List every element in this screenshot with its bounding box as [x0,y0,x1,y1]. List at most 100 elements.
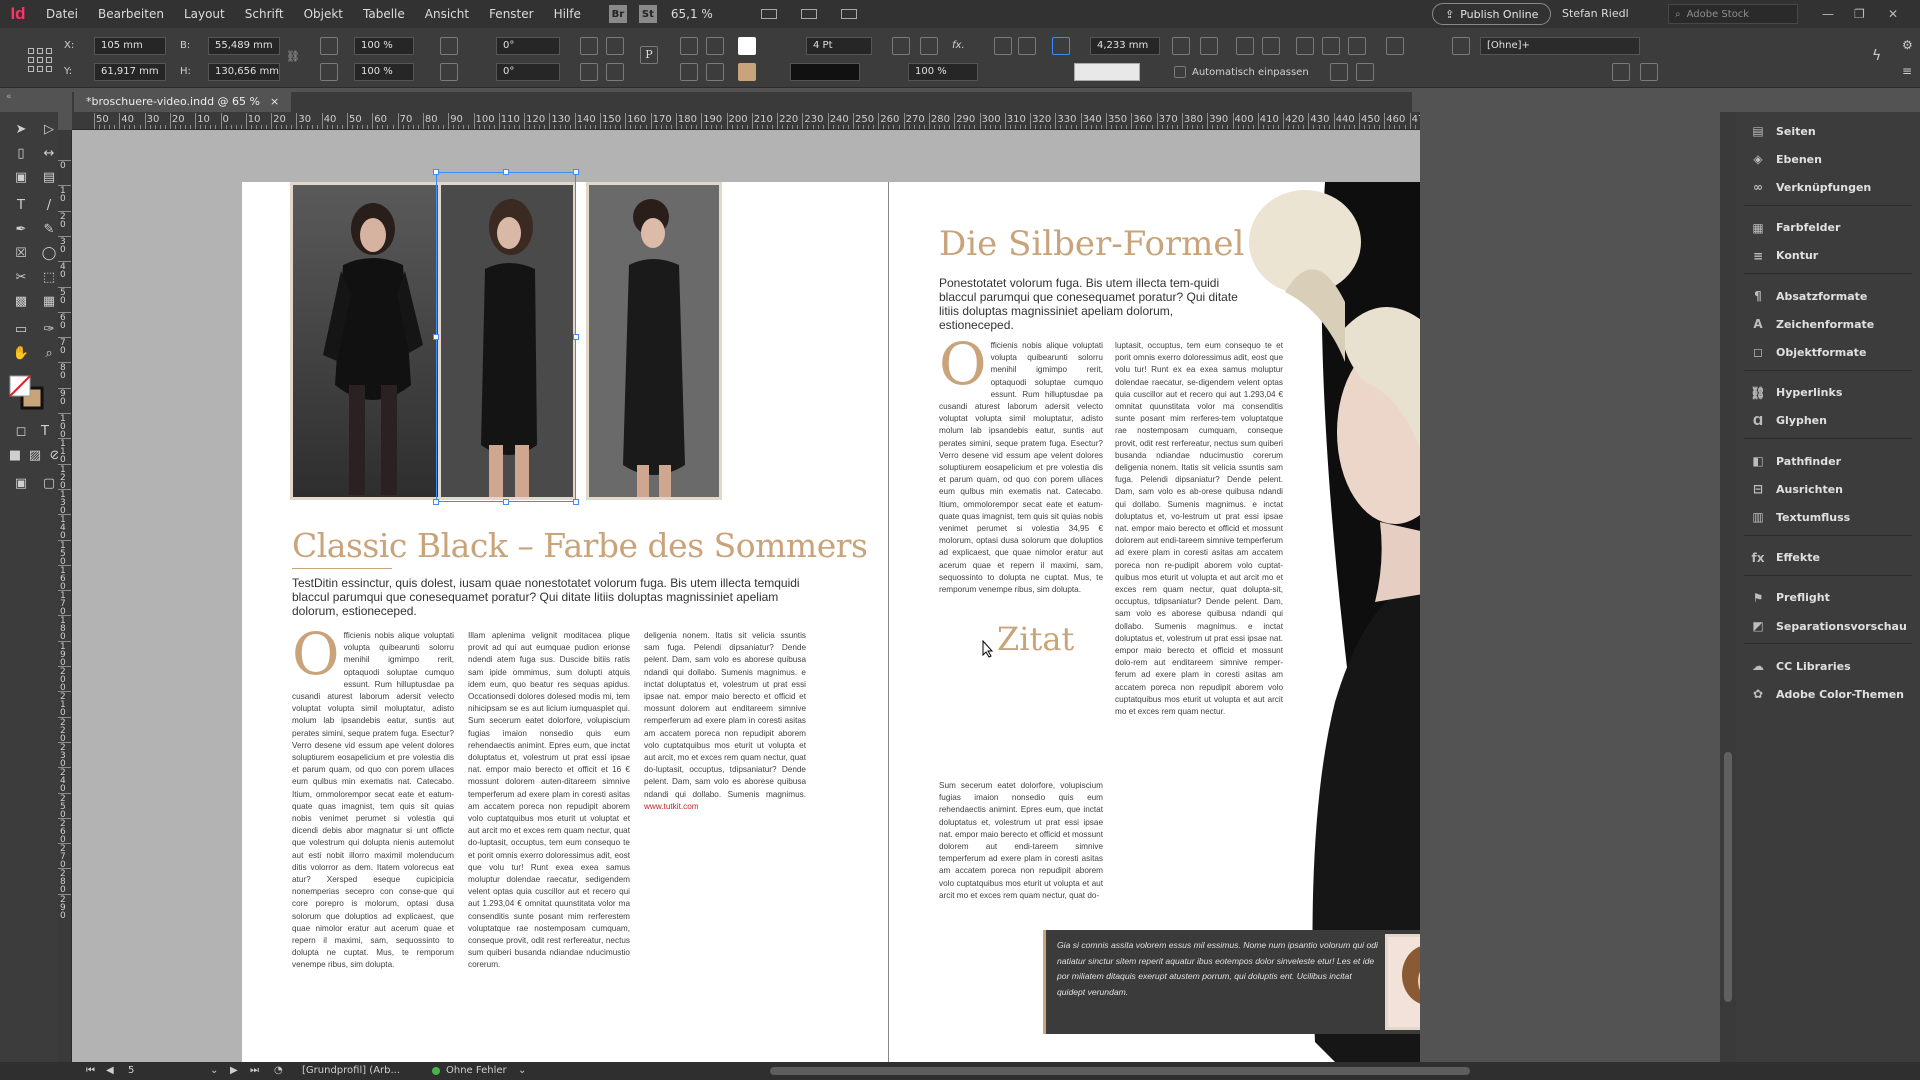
panel-item-separations[interactable]: ◩ Separationsvorschau [1736,613,1920,639]
free-transform-tool-icon[interactable]: ⬚ [40,268,58,286]
view-options-icon[interactable] [755,6,783,22]
handle-middle-right[interactable] [573,334,579,340]
selection-bounding-box[interactable] [436,172,576,502]
page-tool-icon[interactable]: ▯ [12,144,30,162]
minimize-icon[interactable]: — [1822,0,1834,28]
center-content-icon[interactable] [1236,37,1254,55]
handle-middle-left[interactable] [433,334,439,340]
settings-gear-icon[interactable]: ⚙ [1902,38,1913,52]
normal-view-icon[interactable]: ▣ [12,474,30,492]
fill-frame-icon[interactable] [1262,37,1280,55]
vertical-scroll-thumb[interactable] [1724,752,1732,1002]
panel-item-stroke[interactable]: ≡ Kontur [1736,243,1920,269]
corner-options-icon[interactable] [892,37,910,55]
hand-tool-icon[interactable]: ✋ [12,344,30,362]
preview-mode-icon[interactable]: ▢ [40,474,58,492]
ellipse-tool-icon[interactable]: ◯ [40,244,58,262]
text-wrap-box-icon[interactable] [1018,37,1036,55]
panel-item-align[interactable]: ⊟ Ausrichten [1736,476,1920,502]
scissors-tool-icon[interactable]: ✂ [12,268,30,286]
prev-page-icon[interactable]: ◀ [106,1062,114,1080]
fill-stroke-swatches[interactable] [8,374,44,410]
apply-color-icon[interactable]: ■ [6,446,24,464]
flip-horizontal-icon[interactable] [580,63,598,81]
handle-top-right[interactable] [573,169,579,175]
close-window-icon[interactable]: ✕ [1888,0,1898,28]
opacity-field[interactable]: 100 % [908,63,978,81]
page-dropdown-icon[interactable]: ⌄ [210,1062,218,1080]
reference-point-icon[interactable] [28,48,52,72]
rotate-90-cw-icon[interactable] [580,37,598,55]
menu-hilfe[interactable]: Hilfe [544,0,591,28]
gradient-swatch-tool-icon[interactable]: ▩ [12,292,30,310]
effects-fx-icon[interactable]: fx. [952,40,965,51]
gap-offset-field[interactable]: 4,233 mm [1090,37,1160,55]
horizontal-scroll-thumb[interactable] [770,1067,1470,1075]
handle-top-center[interactable] [503,169,509,175]
panel-item-cc-libraries[interactable]: ☁ CC Libraries [1736,653,1920,679]
drop-shadow-icon[interactable] [920,37,938,55]
stroke-type-dropdown[interactable] [790,63,860,81]
arrange-documents-icon[interactable] [835,6,863,22]
handle-bottom-right[interactable] [573,499,579,505]
align-center-icon[interactable] [1322,37,1340,55]
x-field[interactable]: 105 mm [94,37,166,55]
scale-y-field[interactable]: 100 % [354,63,414,81]
menu-datei[interactable]: Datei [36,0,88,28]
content-collector-icon[interactable]: ▣ [12,168,30,186]
selection-tool-icon[interactable]: ➤ [12,120,30,138]
scale-x-field[interactable]: 100 % [354,37,414,55]
apply-gradient-icon[interactable]: ▨ [26,446,44,464]
photo-model-lace-dress[interactable] [586,182,722,500]
panel-item-preflight[interactable]: ⚑ Preflight [1736,585,1920,611]
user-account[interactable]: Stefan Riedl [1562,0,1629,28]
align-left-icon[interactable] [1296,37,1314,55]
page-number-field[interactable]: 5 [128,1062,208,1080]
select-content-icon[interactable] [706,37,724,55]
panel-item-effects[interactable]: fx Effekte [1736,545,1920,571]
collapse-arrow-icon[interactable]: « [6,92,12,102]
auto-fit-checkbox[interactable] [1174,66,1186,78]
zoom-tool-icon[interactable]: ⌕ [40,344,58,362]
panel-item-pathfinder[interactable]: ◧ Pathfinder [1736,448,1920,474]
select-container-icon[interactable] [680,37,698,55]
quick-apply-icon[interactable] [1612,63,1630,81]
rotate-90-ccw-icon[interactable] [606,37,624,55]
pencil-tool-icon[interactable]: ✎ [40,220,58,238]
panel-item-character-styles[interactable]: A Zeichenformate [1736,311,1920,337]
rotate-field[interactable]: 0° [496,37,560,55]
gap-tool-icon[interactable]: ↔ [40,144,58,162]
fit-frame-content-icon[interactable] [1200,37,1218,55]
constrain-proportions-icon[interactable]: ⛓ [286,50,304,68]
panel-item-swatches[interactable]: ▦ Farbfelder [1736,215,1920,241]
right-page[interactable]: Die Silber-Formel Ponestotatet volorum f… [888,182,1420,1062]
panel-item-glyphs[interactable]: Ɑ Glyphen [1736,408,1920,434]
eyedropper-tool-icon[interactable]: ✑ [40,320,58,338]
last-page-icon[interactable]: ⏭ [250,1062,259,1080]
close-tab-icon[interactable]: × [270,92,279,112]
panel-item-adobe-color[interactable]: ✿ Adobe Color-Themen [1736,681,1920,707]
menu-objekt[interactable]: Objekt [294,0,353,28]
object-style-dropdown[interactable]: [Ohne]+ [1480,37,1640,55]
panel-item-hyperlinks[interactable]: ⛓ Hyperlinks [1736,380,1920,406]
distribute-bottom-icon[interactable] [1356,63,1374,81]
align-right-icon[interactable] [1348,37,1366,55]
stroke-weight-field[interactable]: 4 Pt [806,37,872,55]
menu-tabelle[interactable]: Tabelle [353,0,415,28]
text-frame-field[interactable] [1074,63,1140,81]
tutkit-link[interactable]: www.tutkit.com [644,802,699,810]
panel-item-links[interactable]: ∞ Verknüpfungen [1736,174,1920,200]
panel-item-layers[interactable]: ◈ Ebenen [1736,146,1920,172]
handle-bottom-center[interactable] [503,499,509,505]
shear-field[interactable]: 0° [496,63,560,81]
control-panel-menu-icon[interactable]: ≡ [1902,64,1912,78]
zoom-level[interactable]: 65,1 % [671,7,741,21]
photo-model-sequin-dress[interactable] [290,182,456,500]
panel-item-paragraph-styles[interactable]: ¶ Absatzformate [1736,283,1920,309]
lightning-icon[interactable]: ϟ [1872,48,1881,64]
preflight-status[interactable]: Ohne Fehler [446,1062,507,1080]
left-page[interactable]: Classic Black – Farbe des Sommers TestDi… [242,169,888,1062]
line-tool-icon[interactable]: / [40,196,58,214]
text-wrap-none-icon[interactable] [994,37,1012,55]
width-field[interactable]: 55,489 mm [208,37,280,55]
